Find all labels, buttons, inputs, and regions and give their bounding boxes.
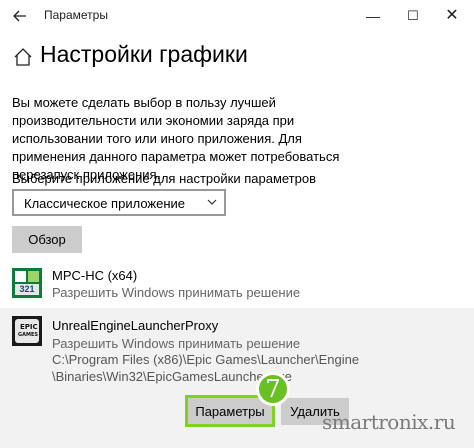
mpc-icon-tile-1 (15, 271, 26, 282)
epic-icon-text-1: EPIC (20, 323, 38, 331)
mpc-icon-tile-2 (28, 271, 39, 282)
browse-button[interactable]: Обзор (12, 226, 82, 253)
app-name-mpc[interactable]: MPC-HC (x64) (52, 268, 137, 283)
app-path-line-1: C:\Program Files (x86)\Epic Games\Launch… (52, 352, 360, 367)
dropdown-value: Классическое приложение (24, 196, 186, 211)
app-type-dropdown[interactable]: Классическое приложение (12, 189, 226, 216)
home-icon-svg (14, 48, 32, 66)
app-status-unreal: Разрешить Windows принимать решение (52, 336, 301, 351)
mpc-hc-icon: 321 (12, 268, 42, 298)
select-app-label: Выберите приложение для настройки параме… (12, 171, 316, 186)
minimize-button[interactable]: — (355, 2, 391, 30)
home-icon (12, 46, 34, 68)
back-arrow-svg (13, 10, 26, 22)
chevron-down-icon (207, 199, 217, 205)
window-title: Параметры (44, 8, 108, 22)
epic-games-icon: EPIC GAMES (12, 316, 42, 346)
watermark-text: smartronix.ru (322, 410, 456, 434)
app-status-mpc: Разрешить Windows принимать решение (52, 285, 301, 300)
page-title: Настройки графики (40, 41, 248, 67)
step-number-badge: 7 (256, 372, 290, 406)
app-path-line-2: \Binaries\Win32\EpicGamesLauncher.exe (52, 369, 292, 384)
epic-icon-text-2: GAMES (18, 332, 38, 338)
maximize-button[interactable]: ☐ (395, 2, 431, 30)
back-arrow-icon[interactable] (10, 6, 30, 26)
mpc-icon-text: 321 (15, 284, 39, 295)
epic-badge: EPIC GAMES (15, 319, 39, 343)
app-name-unreal[interactable]: UnrealEngineLauncherProxy (52, 318, 218, 333)
close-button[interactable]: ✕ (434, 2, 470, 30)
